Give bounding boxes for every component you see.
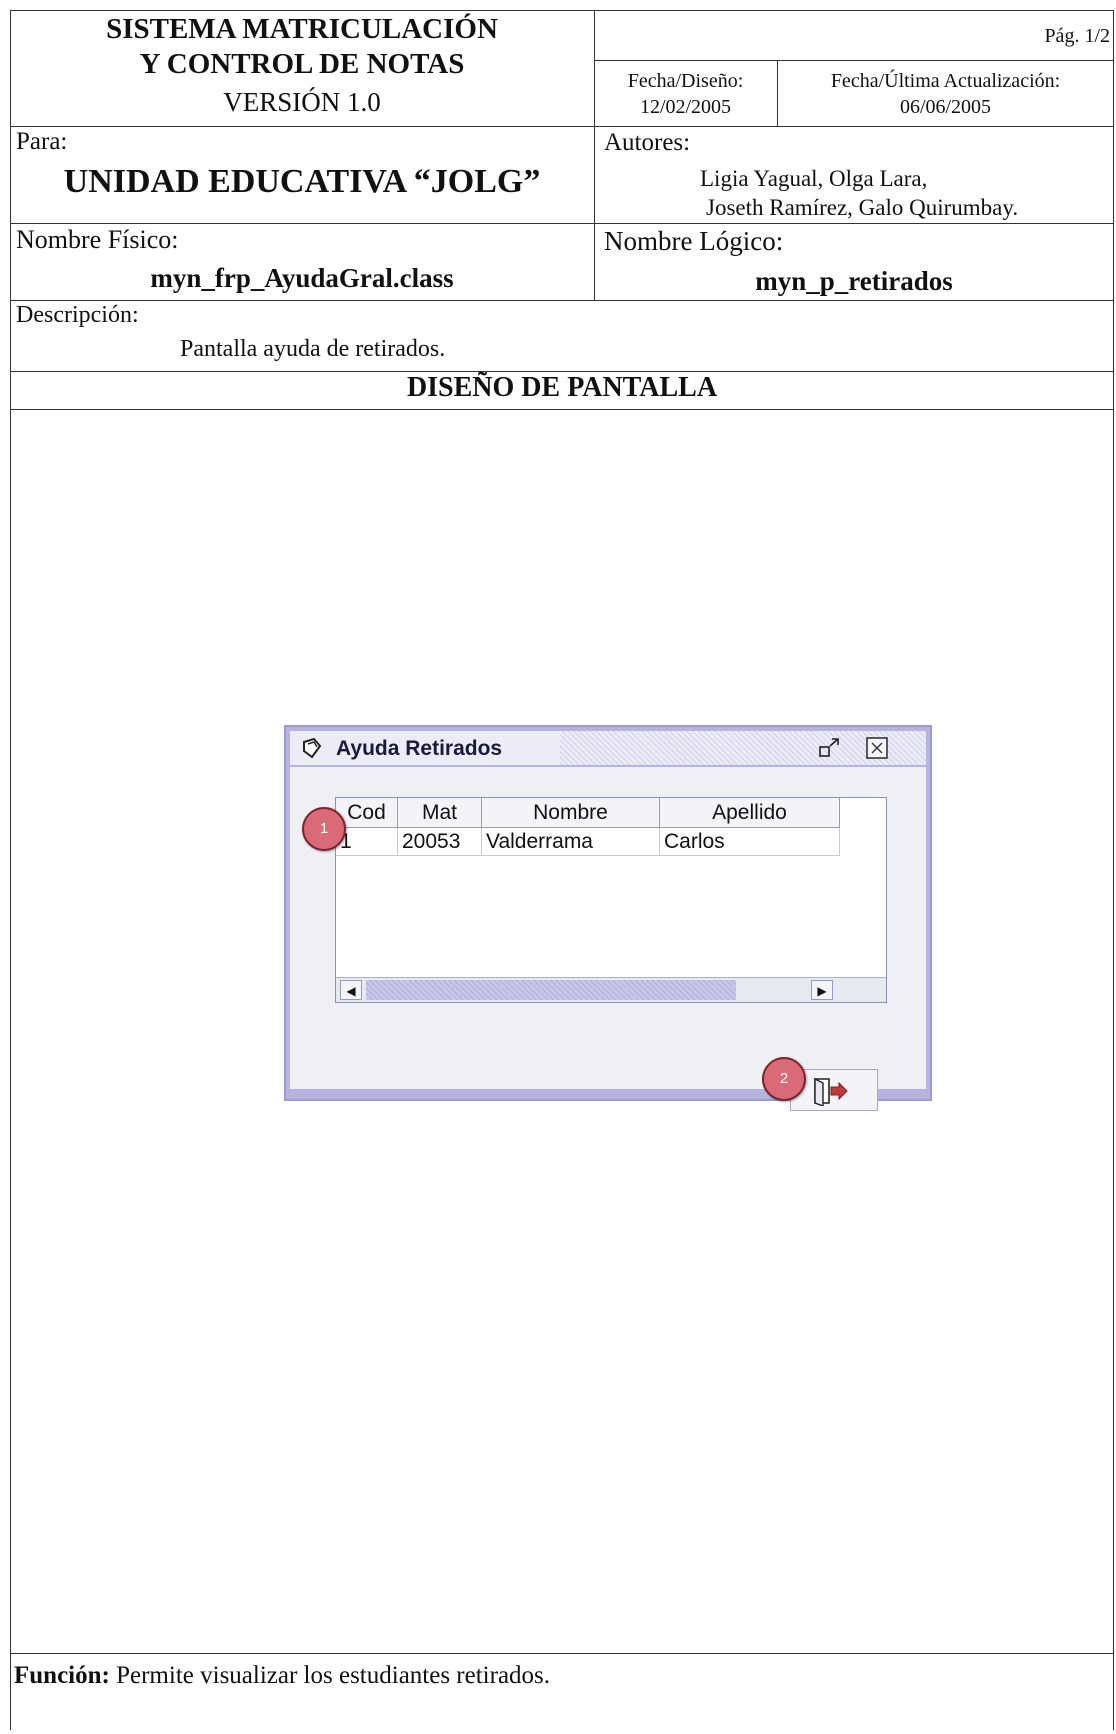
retirados-table[interactable]: Cod Mat Nombre Apellido 1 20053 Valderra… bbox=[335, 797, 887, 1003]
function-text: Función: Permite visualizar los estudian… bbox=[14, 1662, 550, 1690]
rule-top bbox=[10, 10, 1114, 11]
ayuda-retirados-window: Ayuda Retirados Cod Mat Nombre Apellido … bbox=[284, 725, 932, 1111]
logical-name-value: myn_p_retirados bbox=[755, 266, 953, 296]
description-value: Pantalla ayuda de retirados. bbox=[180, 336, 446, 362]
scrollbar-thumb[interactable] bbox=[366, 980, 736, 1000]
rule-header-bottom bbox=[10, 126, 1114, 127]
column-header-apellido[interactable]: Apellido bbox=[660, 798, 840, 828]
version-label: VERSIÓN 1.0 bbox=[223, 87, 381, 117]
cell-mat[interactable]: 20053 bbox=[398, 828, 482, 856]
physical-name-value: myn_frp_AyudaGral.class bbox=[150, 263, 454, 293]
scroll-left-icon[interactable]: ◀ bbox=[340, 980, 362, 1000]
cell-nombre[interactable]: Valderrama bbox=[482, 828, 660, 856]
authors-line1: Ligia Yagual, Olga Lara, bbox=[700, 166, 928, 191]
design-date-label: Fecha/Diseño: bbox=[627, 70, 744, 92]
column-header-mat[interactable]: Mat bbox=[398, 798, 482, 828]
system-title-line1: SISTEMA MATRICULACIÓN bbox=[106, 13, 498, 45]
section-title: DISEÑO DE PANTALLA bbox=[406, 372, 718, 403]
update-date: 06/06/2005 bbox=[899, 96, 992, 118]
rule-section-bottom bbox=[10, 409, 1114, 410]
rule-names-bottom bbox=[10, 300, 1114, 301]
exit-door-icon bbox=[814, 1077, 848, 1106]
description-label: Descripción: bbox=[16, 302, 139, 328]
window-icon bbox=[303, 737, 322, 759]
maximize-icon[interactable] bbox=[818, 737, 842, 759]
function-label: Función: bbox=[14, 1662, 110, 1689]
rule-function-top bbox=[10, 1653, 1114, 1654]
cell-apellido[interactable]: Carlos bbox=[660, 828, 840, 856]
page-number: Pág. 1/2 bbox=[1044, 25, 1110, 47]
rule-recipient-bottom bbox=[10, 223, 1114, 224]
rule-middle bbox=[594, 10, 595, 300]
horizontal-scrollbar[interactable]: ◀ ▶ bbox=[336, 977, 886, 1002]
authors-label: Autores: bbox=[604, 129, 691, 156]
recipient-value: UNIDAD EDUCATIVA “JOLG” bbox=[63, 163, 541, 200]
window-body: Cod Mat Nombre Apellido 1 20053 Valderra… bbox=[290, 767, 926, 1111]
design-date: 12/02/2005 bbox=[639, 96, 732, 118]
logical-name-label: Nombre Lógico: bbox=[604, 226, 784, 256]
rule-page bbox=[594, 60, 1114, 61]
authors-line2: Joseth Ramírez, Galo Quirumbay. bbox=[706, 195, 1019, 220]
physical-name-label: Nombre Físico: bbox=[16, 225, 179, 254]
window-title: Ayuda Retirados bbox=[336, 737, 503, 760]
update-date-label: Fecha/Última Actualización: bbox=[830, 70, 1061, 92]
system-title-line2: Y CONTROL DE NOTAS bbox=[139, 48, 465, 80]
scroll-right-icon[interactable]: ▶ bbox=[811, 980, 833, 1000]
callout-marker-1: 1 bbox=[302, 807, 346, 851]
recipient-label: Para: bbox=[16, 128, 68, 155]
function-value: Permite visualizar los estudiantes retir… bbox=[116, 1662, 551, 1689]
close-icon[interactable] bbox=[865, 736, 889, 760]
callout-marker-2: 2 bbox=[762, 1057, 806, 1101]
window-title-bar[interactable]: Ayuda Retirados bbox=[290, 731, 926, 765]
column-header-nombre[interactable]: Nombre bbox=[482, 798, 660, 828]
